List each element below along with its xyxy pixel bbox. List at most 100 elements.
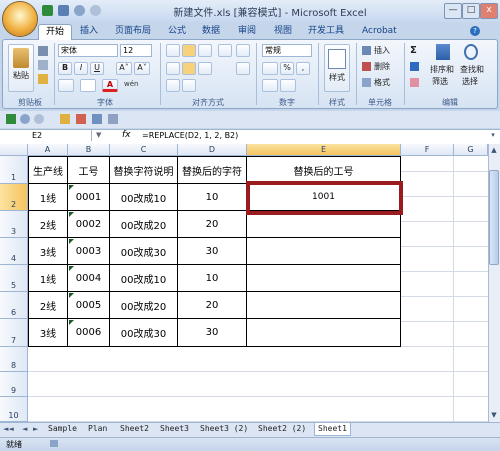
toolbar-icon[interactable] xyxy=(108,114,118,124)
table-cell[interactable]: 3线 xyxy=(29,319,68,347)
increase-indent-icon[interactable] xyxy=(182,79,196,92)
table-cell[interactable]: 3线 xyxy=(29,238,68,265)
table-cell[interactable]: 1线 xyxy=(29,184,68,211)
table-cell[interactable]: 2线 xyxy=(29,211,68,238)
tab-view[interactable]: 视图 xyxy=(274,24,292,39)
table-cell[interactable]: 10 xyxy=(178,265,247,292)
paste-button[interactable]: 粘贴 xyxy=(8,44,34,92)
row-header[interactable]: 2 xyxy=(0,184,28,211)
copy-icon[interactable] xyxy=(38,60,48,70)
table-cell[interactable]: 00改成10 xyxy=(110,184,178,211)
row-header[interactable]: 6 xyxy=(0,292,28,319)
row-header[interactable]: 1 xyxy=(0,156,28,184)
align-left-icon[interactable] xyxy=(166,62,180,75)
increase-decimal-icon[interactable] xyxy=(262,79,278,92)
align-top-icon[interactable] xyxy=(166,44,180,57)
font-name-select[interactable]: 宋体 xyxy=(58,44,118,57)
table-cell[interactable] xyxy=(247,319,401,347)
table-header-cell[interactable]: 生产线 xyxy=(29,157,68,184)
undo-icon[interactable] xyxy=(74,5,85,16)
table-header-cell[interactable]: 替换字符说明 xyxy=(110,157,178,184)
name-box[interactable]: E2 xyxy=(2,130,92,141)
decrease-decimal-icon[interactable] xyxy=(280,79,296,92)
table-cell[interactable]: 0006 xyxy=(68,319,110,347)
font-color-button[interactable]: A xyxy=(102,79,118,92)
number-format-select[interactable]: 常规 xyxy=(262,44,312,57)
table-cell[interactable]: 10 xyxy=(178,184,247,211)
toolbar-icon[interactable] xyxy=(60,114,70,124)
table-cell[interactable]: 00改成20 xyxy=(110,211,178,238)
next-sheet-icon[interactable]: ► xyxy=(33,425,38,433)
sheet-tab-sheet1[interactable]: Sheet1 xyxy=(314,423,351,436)
row-header[interactable]: 8 xyxy=(0,347,28,372)
column-header-a[interactable]: A xyxy=(28,144,68,156)
redo-icon[interactable] xyxy=(90,5,101,16)
formula-input[interactable]: =REPLACE(D2, 1, 2, B2) xyxy=(142,130,238,141)
tab-home[interactable]: 开始 xyxy=(38,24,72,40)
column-header-d[interactable]: D xyxy=(178,144,247,156)
format-cells-button[interactable]: 格式 xyxy=(374,77,390,88)
vertical-scroll-thumb[interactable] xyxy=(489,170,499,265)
macro-record-icon[interactable] xyxy=(50,440,58,447)
wrap-text-icon[interactable] xyxy=(236,44,250,57)
table-cell[interactable] xyxy=(247,238,401,265)
clear-icon[interactable] xyxy=(410,78,419,87)
comma-button[interactable]: , xyxy=(296,62,310,75)
minimize-button[interactable]: — xyxy=(444,3,462,19)
italic-button[interactable]: I xyxy=(74,62,88,75)
delete-cells-button[interactable]: 删除 xyxy=(374,61,390,72)
sheet-tab-sample[interactable]: Sample xyxy=(48,423,77,435)
grow-font-button[interactable]: A˄ xyxy=(116,62,132,75)
cut-icon[interactable] xyxy=(38,46,48,56)
redo-icon[interactable] xyxy=(34,114,44,124)
align-right-icon[interactable] xyxy=(198,62,212,75)
currency-icon[interactable] xyxy=(262,62,278,75)
table-cell[interactable]: 20 xyxy=(178,292,247,319)
tab-acrobat[interactable]: Acrobat xyxy=(362,24,397,39)
table-cell[interactable]: 30 xyxy=(178,319,247,347)
table-cell[interactable]: 20 xyxy=(178,211,247,238)
table-cell[interactable]: 0005 xyxy=(68,292,110,319)
table-cell[interactable]: 30 xyxy=(178,238,247,265)
table-cell[interactable]: 00改成20 xyxy=(110,292,178,319)
tab-developer[interactable]: 开发工具 xyxy=(308,24,344,39)
first-sheet-icon[interactable]: ◄◄ xyxy=(3,425,14,433)
align-center-icon[interactable] xyxy=(182,62,196,75)
column-header-g[interactable]: G xyxy=(454,144,488,156)
decrease-indent-icon[interactable] xyxy=(166,79,180,92)
expand-formula-bar-icon[interactable]: ▾ xyxy=(488,130,498,141)
styles-button[interactable]: 样式 xyxy=(324,44,350,92)
tab-page-layout[interactable]: 页面布局 xyxy=(115,24,151,39)
worksheet-grid[interactable]: A B C D E F G 1 2 3 4 5 6 7 8 9 10 生产线 工… xyxy=(0,144,488,422)
column-header-c[interactable]: C xyxy=(110,144,178,156)
fill-icon[interactable] xyxy=(410,62,419,71)
scroll-up-icon[interactable]: ▲ xyxy=(489,145,499,155)
find-select-button-line2[interactable]: 选择 xyxy=(462,76,478,87)
tab-formulas[interactable]: 公式 xyxy=(168,24,186,39)
toolbar-icon[interactable] xyxy=(92,114,102,124)
autosum-icon[interactable]: Σ xyxy=(410,45,417,56)
sheet-tab-sheet2-2[interactable]: Sheet2 (2) xyxy=(258,423,306,435)
scroll-down-icon[interactable]: ▼ xyxy=(489,410,499,420)
tab-insert[interactable]: 插入 xyxy=(80,24,98,39)
sheet-tab-sheet2[interactable]: Sheet2 xyxy=(120,423,149,435)
align-middle-icon[interactable] xyxy=(182,44,196,57)
find-select-button[interactable]: 查找和 xyxy=(460,64,484,75)
font-size-select[interactable]: 12 xyxy=(120,44,152,57)
column-header-b[interactable]: B xyxy=(68,144,110,156)
insert-cells-button[interactable]: 插入 xyxy=(374,45,390,56)
orientation-icon[interactable] xyxy=(218,44,232,57)
percent-button[interactable]: % xyxy=(280,62,294,75)
row-header[interactable]: 5 xyxy=(0,265,28,292)
row-header[interactable]: 10 xyxy=(0,397,28,422)
help-icon[interactable]: ? xyxy=(470,26,480,36)
merge-center-icon[interactable] xyxy=(236,62,250,75)
format-painter-icon[interactable] xyxy=(38,74,48,84)
table-cell[interactable]: 00改成30 xyxy=(110,319,178,347)
row-header[interactable]: 9 xyxy=(0,372,28,397)
borders-icon[interactable] xyxy=(58,79,74,92)
column-header-e[interactable]: E xyxy=(247,144,401,156)
table-header-cell[interactable]: 替换后的工号 xyxy=(247,157,401,184)
table-cell[interactable]: 0004 xyxy=(68,265,110,292)
insert-function-button[interactable]: fx xyxy=(122,130,131,141)
